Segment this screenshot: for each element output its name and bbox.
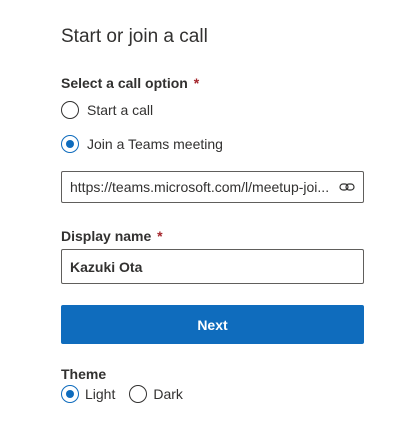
theme-label: Theme xyxy=(61,366,107,382)
display-name-field[interactable] xyxy=(61,249,364,284)
radio-start-call-label: Start a call xyxy=(87,102,154,118)
meeting-link-field[interactable] xyxy=(61,171,364,203)
radio-theme-dark-label: Dark xyxy=(153,386,183,402)
call-option-label-text: Select a call option xyxy=(61,75,188,91)
required-mark: * xyxy=(157,228,163,244)
radio-theme-dark-circle[interactable] xyxy=(129,385,148,403)
call-option-label: Select a call option * xyxy=(61,75,199,91)
display-name-input[interactable] xyxy=(62,258,363,275)
radio-start-call[interactable]: Start a call xyxy=(61,101,153,119)
radio-theme-dark[interactable]: Dark xyxy=(129,385,183,403)
theme-options: Light Dark xyxy=(61,385,197,403)
radio-join-teams-meeting-label: Join a Teams meeting xyxy=(87,136,223,152)
radio-theme-light[interactable]: Light xyxy=(61,385,115,403)
meeting-link-input[interactable] xyxy=(62,179,337,195)
required-mark: * xyxy=(193,75,200,91)
radio-theme-light-label: Light xyxy=(85,386,116,402)
display-name-label-text: Display name xyxy=(61,228,152,244)
page-title: Start or join a call xyxy=(61,26,208,47)
radio-join-teams-meeting[interactable]: Join a Teams meeting xyxy=(61,135,223,153)
radio-theme-light-circle[interactable] xyxy=(61,385,79,403)
start-join-call-panel: Start or join a call Select a call optio… xyxy=(0,0,420,428)
radio-join-teams-meeting-circle[interactable] xyxy=(61,135,79,153)
next-button[interactable]: Next xyxy=(61,305,364,344)
display-name-label: Display name * xyxy=(61,228,163,244)
link-icon[interactable] xyxy=(337,177,357,197)
radio-start-call-circle[interactable] xyxy=(61,101,79,119)
